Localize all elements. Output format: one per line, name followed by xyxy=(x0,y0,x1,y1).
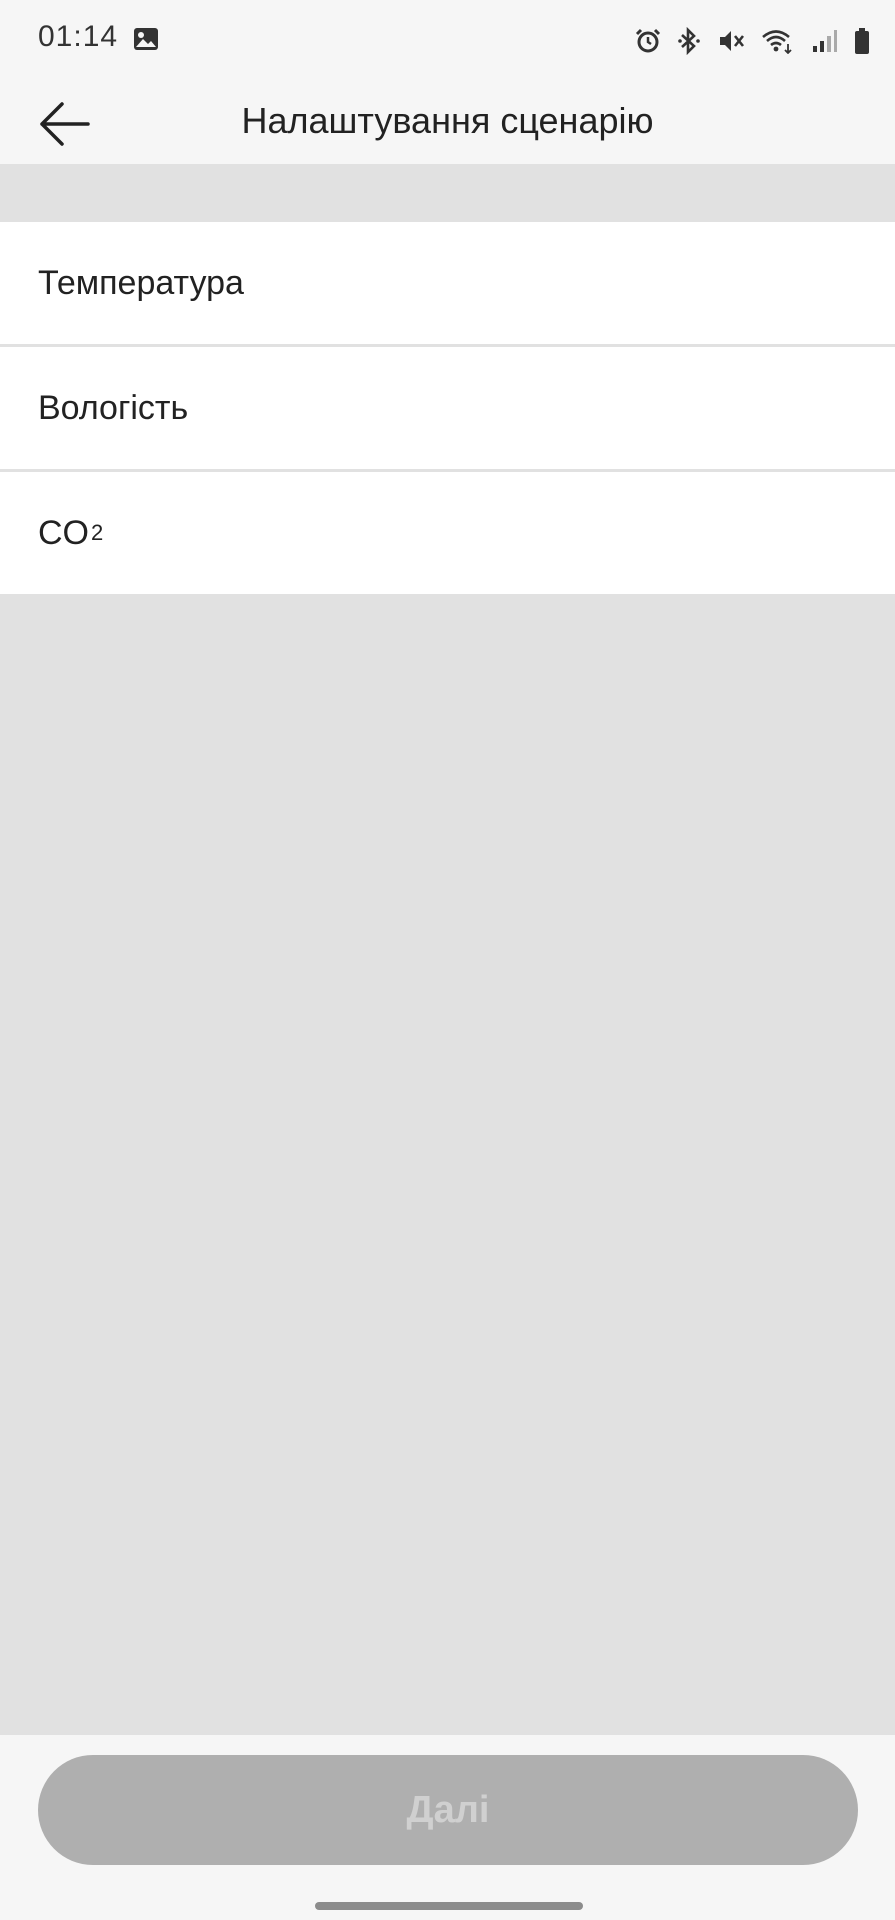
next-button[interactable]: Далі xyxy=(38,1755,858,1865)
option-temperature[interactable]: Температура xyxy=(0,222,895,347)
mute-icon xyxy=(720,31,745,51)
status-bar: 01:14 xyxy=(0,0,895,80)
option-co2[interactable]: CO 2 xyxy=(0,472,895,594)
option-label-subscript: 2 xyxy=(91,520,104,545)
status-time: 01:14 xyxy=(38,20,119,53)
gallery-icon xyxy=(134,28,158,50)
status-icons xyxy=(635,24,871,58)
alarm-icon xyxy=(635,28,661,53)
option-list: Температура Вологість CO 2 xyxy=(0,222,895,594)
signal-icon xyxy=(813,30,837,52)
wifi-icon xyxy=(762,30,792,54)
app-bar: Налаштування сценарію xyxy=(0,80,895,164)
option-label: Вологість xyxy=(38,388,189,427)
bottom-area: Далі xyxy=(0,1735,895,1920)
bluetooth-icon xyxy=(678,27,700,55)
battery-icon xyxy=(855,28,869,54)
option-label: Температура xyxy=(38,263,244,302)
option-humidity[interactable]: Вологість xyxy=(0,347,895,472)
page-title: Налаштування сценарію xyxy=(241,100,654,141)
option-label: CO xyxy=(38,513,89,552)
home-indicator[interactable] xyxy=(315,1902,583,1910)
